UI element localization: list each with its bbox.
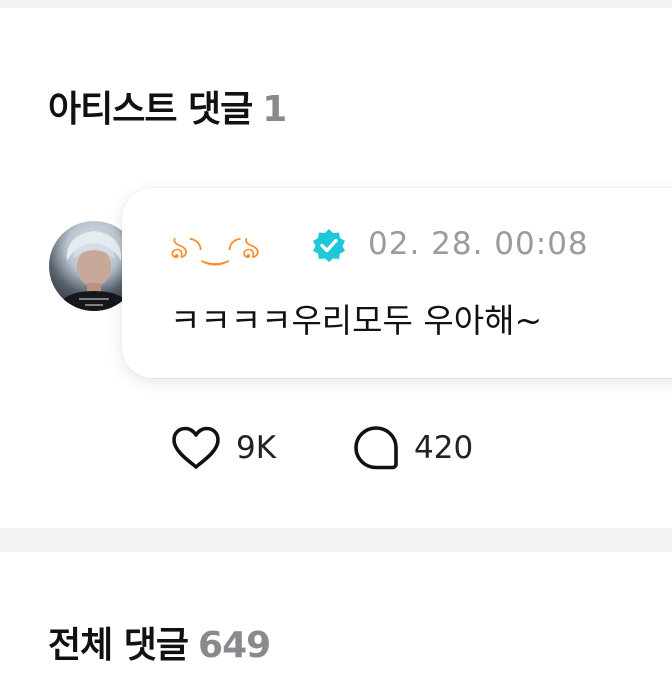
comment-author[interactable]: ঌ◝‿◜ঌ [170,224,261,276]
like-button[interactable]: 9K [170,423,276,473]
top-divider [0,0,672,8]
artist-comments-title: 아티스트 댓글 1 [48,80,287,132]
heart-icon [172,426,220,469]
speech-bubble-icon [354,426,398,470]
artist-comments-title-label: 아티스트 댓글 [48,89,253,130]
all-comments-title: 전체 댓글 649 [48,616,271,668]
like-count: 9K [236,430,277,466]
all-comments-title-label: 전체 댓글 [48,625,189,666]
reply-button[interactable]: 420 [352,423,473,473]
artist-comments-section: 아티스트 댓글 1 ঌ◝‿◜ঌ 02. 28. 00:08 ㅋㅋㅋㅋ우리모두 우아… [0,8,672,528]
reply-count: 420 [414,430,474,466]
verified-badge-icon [313,229,345,262]
artist-comments-count: 1 [262,89,287,130]
comment-timestamp: 02. 28. 00:08 [368,226,589,262]
all-comments-count: 649 [198,625,271,666]
comment-bubble[interactable]: ঌ◝‿◜ঌ 02. 28. 00:08 ㅋㅋㅋㅋ우리모두 우아해~ [122,188,672,378]
comment-text: ㅋㅋㅋㅋ우리모두 우아해~ [170,301,543,340]
all-comments-section: 전체 댓글 649 [0,552,672,692]
